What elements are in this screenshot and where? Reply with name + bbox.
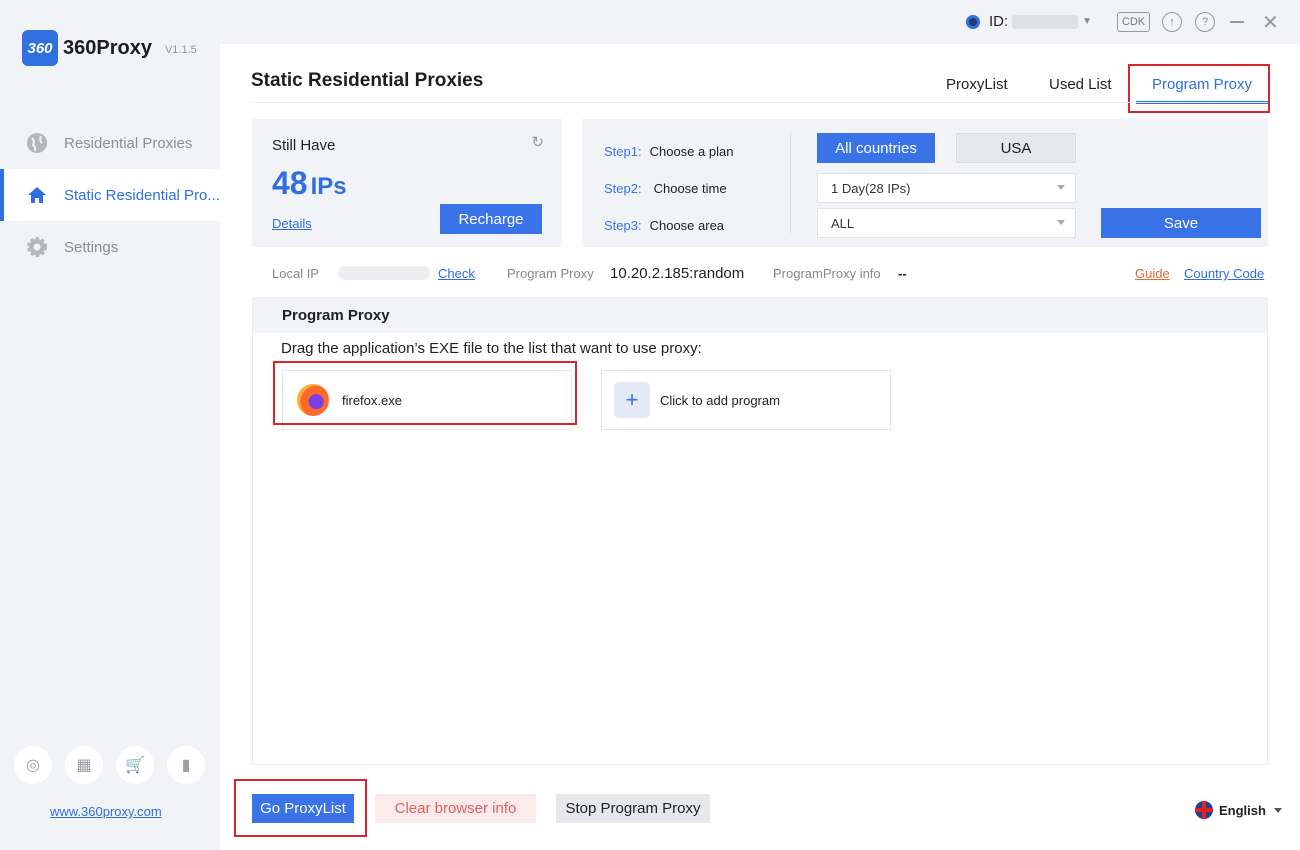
time-select-value: 1 Day(28 IPs) [831, 180, 911, 196]
recharge-button[interactable]: Recharge [440, 204, 542, 234]
cdk-button[interactable]: CDK [1117, 12, 1150, 32]
balance-label: Still Have [272, 137, 336, 154]
programproxy-info-label: ProgramProxy info [773, 266, 881, 281]
language-selector[interactable]: English [1195, 801, 1282, 819]
ip-count-unit: IPs [310, 173, 347, 200]
step-label: Choose a plan [649, 144, 734, 159]
support-icon[interactable]: ◎ [14, 746, 52, 784]
chevron-down-icon: ▼ [1082, 16, 1093, 27]
program-proxy-label: Program Proxy [507, 266, 594, 281]
step-label: Choose area [649, 218, 725, 233]
user-id[interactable]: ID: ▼ [966, 13, 1092, 30]
tab-used-list[interactable]: Used List [1049, 76, 1112, 93]
balance-card: Still Have ↻ 48 IPs Details Recharge [252, 119, 562, 247]
stop-program-proxy-button[interactable]: Stop Program Proxy [556, 794, 710, 823]
area-select[interactable]: ALL [817, 208, 1076, 238]
chevron-down-icon [1273, 807, 1282, 813]
program-proxy-panel: Program Proxy Drag the application’s EXE… [252, 297, 1268, 765]
plan-card: Step1: Choose a plan Step2: Choose time St… [582, 119, 1268, 247]
usa-button[interactable]: USA [956, 133, 1076, 163]
step-1: Step1: Choose a plan [604, 144, 733, 159]
globe-icon [26, 132, 48, 154]
ip-count-number: 48 [272, 165, 308, 201]
home-icon [26, 184, 48, 206]
step-2: Step2: Choose time [604, 181, 727, 196]
highlight-box [1128, 64, 1270, 113]
titlebar: ID: ▼ CDK ↑ ? ✕ [220, 0, 1300, 44]
step-3: Step3: Choose area [604, 218, 724, 233]
chevron-down-icon [1057, 185, 1065, 190]
all-countries-button[interactable]: All countries [817, 133, 935, 163]
divider [790, 133, 791, 233]
briefcase-icon[interactable]: ▦ [65, 746, 103, 784]
step-key: Step3: [604, 218, 642, 233]
sidebar-item-settings[interactable]: Settings [0, 221, 220, 273]
uk-flag-icon [1195, 801, 1213, 819]
help-icon[interactable]: ? [1195, 12, 1215, 32]
user-id-label: ID: [989, 13, 1009, 30]
program-proxy-header: Program Proxy [253, 298, 1267, 333]
step-key: Step2: [604, 181, 642, 196]
cart-icon[interactable]: 🛒 [116, 746, 154, 784]
programproxy-info-value: -- [898, 266, 907, 281]
page-title: Static Residential Proxies [251, 70, 484, 91]
sidebar-item-residential-proxies[interactable]: Residential Proxies [0, 117, 220, 169]
check-link[interactable]: Check [438, 266, 475, 281]
gear-icon [26, 236, 48, 258]
close-icon[interactable]: ✕ [1262, 10, 1279, 35]
time-select[interactable]: 1 Day(28 IPs) [817, 173, 1076, 203]
highlight-box [234, 779, 367, 837]
step-label: Choose time [653, 181, 727, 196]
local-ip-label: Local IP [272, 266, 319, 281]
area-select-value: ALL [831, 215, 855, 231]
main-panel: Static Residential Proxies ProxyList Use… [220, 44, 1300, 850]
sidebar-bottom-icons: ◎ ▦ 🛒 ▮ [14, 746, 218, 784]
clear-browser-info-button[interactable]: Clear browser info [375, 794, 536, 823]
sidebar-item-label: Static Residential Pro... [64, 186, 220, 204]
app-logo: 360 360Proxy V1.1.5 [22, 30, 197, 66]
app-version: V1.1.5 [164, 44, 197, 56]
details-link[interactable]: Details [272, 216, 312, 231]
book-icon[interactable]: ▮ [167, 746, 205, 784]
add-program-label: Click to add program [660, 392, 780, 408]
chevron-down-icon [1057, 220, 1065, 225]
step-key: Step1: [604, 144, 642, 159]
sidebar-item-label: Settings [64, 238, 119, 256]
guide-link[interactable]: Guide [1135, 266, 1170, 281]
local-ip-redacted [338, 266, 430, 280]
logo-mark-icon: 360 [22, 30, 58, 66]
website-link[interactable]: www.360proxy.com [50, 804, 162, 819]
plus-icon: + [614, 382, 650, 418]
sidebar: 360 360Proxy V1.1.5 Residential Proxies … [0, 0, 220, 850]
user-id-redacted [1012, 14, 1079, 29]
drag-instruction: Drag the application’s EXE file to the l… [281, 340, 702, 357]
country-code-link[interactable]: Country Code [1184, 266, 1264, 281]
upload-icon[interactable]: ↑ [1162, 12, 1182, 32]
sidebar-item-label: Residential Proxies [64, 134, 193, 152]
tab-proxylist[interactable]: ProxyList [946, 76, 1008, 93]
language-label: English [1219, 802, 1266, 818]
add-program-button[interactable]: + Click to add program [601, 370, 891, 430]
program-proxy-value: 10.20.2.185:random [610, 265, 745, 282]
refresh-icon[interactable]: ↻ [531, 133, 544, 151]
app-name: 360Proxy [63, 36, 152, 59]
ip-count: 48 IPs [272, 165, 347, 202]
user-avatar-icon [966, 14, 980, 29]
minimize-icon[interactable] [1230, 21, 1244, 23]
save-button[interactable]: Save [1101, 208, 1261, 238]
divider [251, 102, 1268, 103]
sidebar-item-static-residential[interactable]: Static Residential Pro... [0, 169, 220, 221]
highlight-box [273, 361, 577, 425]
